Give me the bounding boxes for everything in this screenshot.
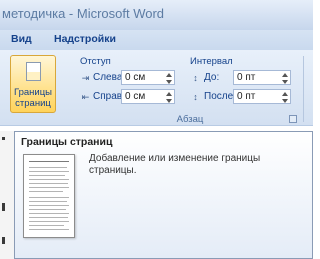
preview-line bbox=[29, 205, 69, 206]
text-fragment bbox=[2, 137, 5, 140]
page-borders-label-line1: Границы bbox=[14, 87, 52, 98]
preview-line bbox=[29, 167, 67, 168]
preview-line bbox=[29, 197, 69, 198]
preview-line bbox=[29, 175, 65, 176]
page-borders-button[interactable]: Границы страниц bbox=[10, 55, 56, 113]
paragraph-group-label: Абзац bbox=[176, 114, 204, 125]
spacing-before-icon: ↕ bbox=[193, 73, 198, 83]
spacing-group-title: Интервал bbox=[190, 56, 233, 67]
preview-line bbox=[29, 171, 69, 172]
indent-left-field[interactable]: 0 см bbox=[121, 70, 175, 85]
spacing-after-value: 0 пт bbox=[237, 91, 256, 102]
page-borders-tooltip: Границы страниц Добавление или изменение… bbox=[14, 131, 313, 259]
preview-line bbox=[29, 183, 68, 184]
document-left-strip bbox=[0, 131, 14, 259]
preview-line bbox=[29, 213, 69, 214]
preview-line bbox=[29, 209, 66, 210]
spacing-before-spinner[interactable] bbox=[281, 72, 289, 84]
ribbon-tab-bar: Вид Надстройки bbox=[0, 30, 313, 50]
preview-line bbox=[29, 229, 69, 230]
indent-left-spinner[interactable] bbox=[165, 72, 173, 84]
title-bar: методичка - Microsoft Word bbox=[0, 0, 313, 30]
indent-right-icon: ⇤ bbox=[81, 92, 90, 102]
indent-left-icon: ⇥ bbox=[81, 73, 90, 83]
preview-line bbox=[29, 221, 69, 222]
spacing-before-field[interactable]: 0 пт bbox=[233, 70, 291, 85]
tooltip-title: Границы страниц bbox=[21, 136, 113, 148]
spacing-after-field[interactable]: 0 пт bbox=[233, 89, 291, 104]
tab-addins[interactable]: Надстройки bbox=[54, 33, 116, 45]
tab-view[interactable]: Вид bbox=[11, 33, 32, 45]
spacing-after-label: После: bbox=[204, 91, 236, 102]
spacing-after-icon: ↕ bbox=[193, 92, 198, 102]
indent-right-field[interactable]: 0 см bbox=[121, 89, 175, 104]
indent-right-spinner[interactable] bbox=[165, 91, 173, 103]
preview-line bbox=[29, 161, 69, 162]
page-preview-thumbnail bbox=[23, 154, 75, 238]
dialog-launcher-icon[interactable] bbox=[289, 115, 297, 123]
preview-line bbox=[29, 217, 68, 218]
indent-left-value: 0 см bbox=[125, 72, 146, 83]
text-fragment bbox=[2, 237, 5, 244]
group-separator bbox=[303, 56, 304, 122]
preview-line bbox=[29, 225, 64, 226]
window-title: методичка - Microsoft Word bbox=[2, 6, 165, 21]
indent-group-title: Отступ bbox=[80, 56, 111, 67]
page-borders-label-line2: страниц bbox=[15, 98, 51, 109]
preview-line bbox=[29, 191, 63, 192]
spacing-before-label: До: bbox=[204, 72, 220, 83]
page-borders-icon bbox=[26, 62, 41, 81]
spacing-before-value: 0 пт bbox=[237, 72, 256, 83]
tooltip-description: Добавление или изменение границы страниц… bbox=[89, 153, 261, 176]
spacing-after-spinner[interactable] bbox=[281, 91, 289, 103]
preview-line bbox=[29, 201, 67, 202]
text-fragment bbox=[2, 203, 5, 211]
preview-line bbox=[29, 187, 69, 188]
indent-right-value: 0 см bbox=[125, 91, 146, 102]
preview-line bbox=[29, 179, 69, 180]
